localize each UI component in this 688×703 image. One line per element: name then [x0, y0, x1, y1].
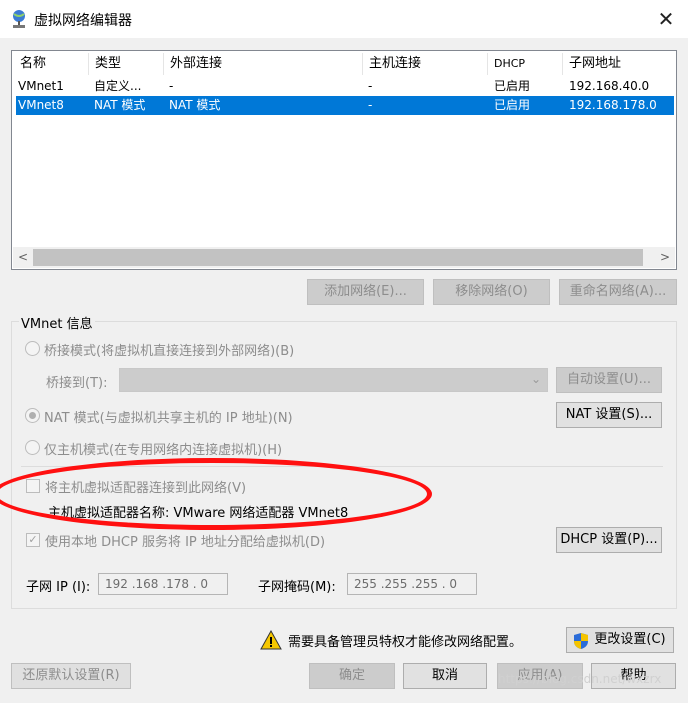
row-subnet: 192.168.40.0: [569, 79, 650, 93]
change-settings-label: 更改设置(C): [594, 632, 666, 647]
col-header-type[interactable]: 类型: [89, 53, 163, 75]
subnet-mask-field[interactable]: 255 .255 .255 . 0: [347, 573, 477, 595]
row-dhcp: 已启用: [494, 79, 531, 93]
restore-defaults-button[interactable]: 还原默认设置(R): [11, 663, 131, 689]
bridge-to-select[interactable]: ⌄: [119, 368, 548, 392]
watermark: https://blog.csdn.net/wxzrx: [498, 672, 662, 686]
row-name: VMnet8: [18, 98, 64, 112]
col-header-external[interactable]: 外部连接: [164, 53, 362, 75]
hostonly-radio-label: 仅主机模式(在专用网络内连接虚拟机)(H): [44, 443, 283, 458]
scroll-left-icon[interactable]: <: [13, 247, 33, 268]
nat-radio[interactable]: [25, 408, 40, 423]
rename-network-button[interactable]: 重命名网络(A)...: [559, 279, 677, 305]
col-header-name[interactable]: 名称: [14, 53, 88, 75]
scroll-thumb[interactable]: [33, 249, 643, 266]
row-dhcp: 已启用: [494, 98, 531, 112]
row-host: -: [368, 79, 373, 93]
subnet-ip-label: 子网 IP (I):: [26, 580, 91, 595]
window-title: 虚拟网络编辑器: [34, 13, 132, 29]
hostonly-radio[interactable]: [25, 440, 40, 455]
scroll-right-icon[interactable]: >: [655, 247, 675, 268]
add-network-button[interactable]: 添加网络(E)...: [307, 279, 424, 305]
close-icon[interactable]: ✕: [652, 6, 680, 32]
col-header-dhcp[interactable]: DHCP: [488, 53, 562, 75]
title-bar: 虚拟网络编辑器 ✕: [0, 0, 688, 38]
shield-icon: [574, 633, 588, 649]
col-header-host[interactable]: 主机连接: [363, 53, 487, 75]
remove-network-button[interactable]: 移除网络(O): [433, 279, 550, 305]
vmnet-info-label: VMnet 信息: [19, 313, 95, 332]
nat-radio-label: NAT 模式(与虚拟机共享主机的 IP 地址)(N): [44, 411, 293, 426]
admin-notice-text: 需要具备管理员特权才能修改网络配置。: [288, 635, 523, 650]
annotation-circle: [0, 458, 432, 530]
change-settings-button[interactable]: 更改设置(C): [566, 627, 674, 653]
table-row-selected[interactable]: VMnet8 NAT 模式 NAT 模式 - 已启用 192.168.178.0: [16, 96, 674, 115]
auto-settings-button[interactable]: 自动设置(U)...: [556, 367, 662, 393]
network-list[interactable]: 名称 类型 外部连接 主机连接 DHCP 子网地址 VMnet1 自定义... …: [11, 50, 677, 270]
col-header-subnet[interactable]: 子网地址: [563, 53, 673, 75]
bridged-radio-label: 桥接模式(将虚拟机直接连接到外部网络)(B): [44, 344, 295, 359]
cancel-button[interactable]: 取消: [403, 663, 487, 689]
row-host: -: [368, 98, 373, 112]
subnet-ip-field[interactable]: 192 .168 .178 . 0: [98, 573, 228, 595]
horizontal-scrollbar[interactable]: < >: [13, 247, 675, 268]
ok-button[interactable]: 确定: [309, 663, 395, 689]
row-type: NAT 模式: [94, 98, 146, 112]
chevron-down-icon: ⌄: [530, 372, 541, 386]
warning-icon: [260, 630, 282, 650]
network-globe-icon: [13, 10, 25, 28]
bridge-to-label: 桥接到(T):: [46, 376, 108, 391]
row-external: NAT 模式: [169, 98, 221, 112]
bridged-radio[interactable]: [25, 341, 40, 356]
table-row[interactable]: VMnet1 自定义... - - 已启用 192.168.40.0: [16, 77, 674, 96]
dhcp-settings-button[interactable]: DHCP 设置(P)...: [556, 527, 662, 553]
row-external: -: [169, 79, 174, 93]
nat-settings-button[interactable]: NAT 设置(S)...: [556, 402, 662, 428]
row-name: VMnet1: [18, 79, 64, 93]
dhcp-checkbox-label: 使用本地 DHCP 服务将 IP 地址分配给虚拟机(D): [45, 535, 326, 550]
subnet-mask-label: 子网掩码(M):: [258, 580, 336, 595]
dhcp-checkbox[interactable]: ✓: [26, 533, 40, 547]
row-type: 自定义...: [94, 79, 142, 93]
row-subnet: 192.168.178.0: [569, 98, 657, 112]
